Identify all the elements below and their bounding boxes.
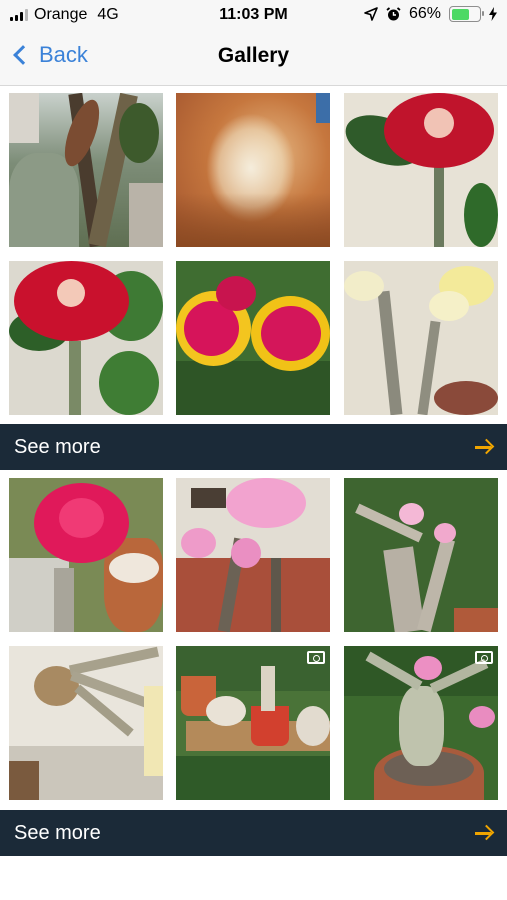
photo-white-yellow-flowers[interactable] (344, 261, 498, 415)
arrow-right-icon (475, 438, 495, 455)
see-more-button[interactable]: See more (0, 810, 507, 856)
photo-grid-1 (0, 91, 507, 417)
see-more-label: See more (14, 435, 101, 458)
status-bar: Orange 4G 11:03 PM 66% (0, 0, 507, 30)
see-more-button[interactable]: See more (0, 424, 507, 470)
photo-plant-stems[interactable] (9, 93, 163, 247)
battery-percent: 66% (408, 5, 441, 22)
arrow-right-icon (475, 824, 495, 841)
photo-potted-seedlings[interactable] (176, 646, 330, 800)
see-more-label: See more (14, 821, 101, 844)
photo-pink-flower-plant[interactable] (344, 478, 498, 632)
alarm-icon (386, 6, 401, 20)
video-camera-icon (475, 651, 493, 664)
video-camera-icon (307, 651, 325, 664)
photo-red-yellow-flowers[interactable] (176, 261, 330, 415)
photo-pink-double-flower[interactable] (9, 478, 163, 632)
photo-seed-fluff[interactable] (176, 93, 330, 247)
photo-red-flower[interactable] (344, 93, 498, 247)
page-title: Gallery (217, 44, 290, 67)
photo-caudex-pink-blooms[interactable] (344, 646, 498, 800)
charging-bolt-icon (489, 7, 497, 21)
photo-bare-caudex[interactable] (9, 646, 163, 800)
photo-grid-2 (0, 476, 507, 802)
location-arrow-icon (364, 7, 378, 21)
battery-icon (449, 6, 484, 22)
photo-pink-flowers-patio[interactable] (176, 478, 330, 632)
photo-red-flower-leaves[interactable] (9, 261, 163, 415)
nav-bar: Back Gallery (0, 30, 507, 86)
